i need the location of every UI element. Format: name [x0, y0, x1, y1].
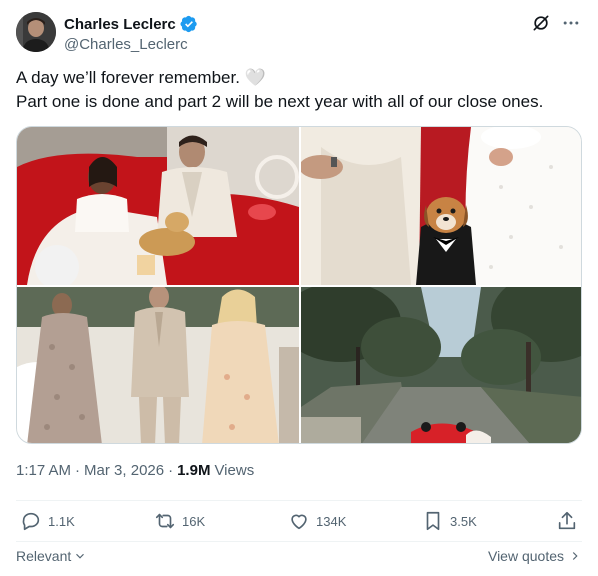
share-button[interactable]: [556, 510, 578, 532]
views-count[interactable]: 1.9M: [177, 462, 210, 479]
retweet-count: 16K: [182, 513, 206, 529]
photo-guests-walking[interactable]: [17, 287, 299, 443]
chevron-down-icon: [76, 553, 85, 559]
verified-badge-icon: [180, 15, 198, 33]
meta-separator: ·: [75, 462, 81, 479]
media-grid: [16, 126, 582, 444]
view-quotes-label: View quotes: [487, 548, 564, 564]
tweet-header: Charles Leclerc @Charles_Leclerc: [16, 12, 582, 54]
post-date[interactable]: Mar 3, 2026: [84, 462, 164, 479]
replies-footer: Relevant View quotes: [16, 546, 582, 568]
retweet-icon: [155, 513, 175, 529]
view-quotes-link[interactable]: View quotes: [488, 548, 582, 564]
action-bar: 1.1K 16K 134K 3.5K: [16, 510, 582, 536]
sort-label: Relevant: [16, 548, 72, 564]
post-time[interactable]: 1:17 AM: [16, 462, 71, 479]
retweet-button[interactable]: 16K: [154, 510, 205, 532]
heart-icon: [291, 514, 307, 530]
photo-dog-with-couple[interactable]: [301, 127, 581, 285]
tweet-text-line: Part one is done and part 2 will be next…: [16, 92, 544, 111]
reply-button[interactable]: 1.1K: [20, 510, 75, 532]
bookmark-count: 3.5K: [450, 513, 477, 529]
chevron-right-icon: [572, 552, 578, 560]
photo-car-on-road[interactable]: [301, 287, 581, 443]
meta-separator: ·: [168, 462, 174, 479]
reply-icon: [22, 512, 40, 531]
like-button[interactable]: 134K: [288, 510, 346, 532]
author-handle[interactable]: @Charles_Leclerc: [64, 36, 198, 53]
display-name-row: Charles Leclerc: [64, 14, 198, 34]
photo-couple-in-car[interactable]: [17, 127, 299, 285]
sort-dropdown[interactable]: Relevant: [16, 548, 87, 564]
divider: [16, 541, 582, 542]
tweet-text-line: A day we’ll forever remember. 🤍: [16, 68, 266, 87]
views-label: Views: [214, 462, 255, 479]
author-names: Charles Leclerc @Charles_Leclerc: [64, 14, 198, 53]
avatar[interactable]: [16, 12, 56, 52]
more-icon[interactable]: [560, 12, 582, 34]
share-icon: [558, 511, 576, 530]
like-count: 134K: [316, 513, 347, 529]
display-name[interactable]: Charles Leclerc: [64, 16, 176, 33]
bookmark-icon: [426, 511, 440, 531]
grok-icon[interactable]: [530, 12, 552, 34]
reply-count: 1.1K: [48, 513, 75, 529]
header-actions: [530, 12, 582, 34]
divider: [16, 500, 582, 501]
bookmark-button[interactable]: 3.5K: [422, 510, 477, 532]
tweet-text: A day we’ll forever remember. 🤍 Part one…: [16, 66, 582, 114]
tweet-meta: 1:17 AM · Mar 3, 2026 · 1.9M Views: [16, 462, 254, 479]
